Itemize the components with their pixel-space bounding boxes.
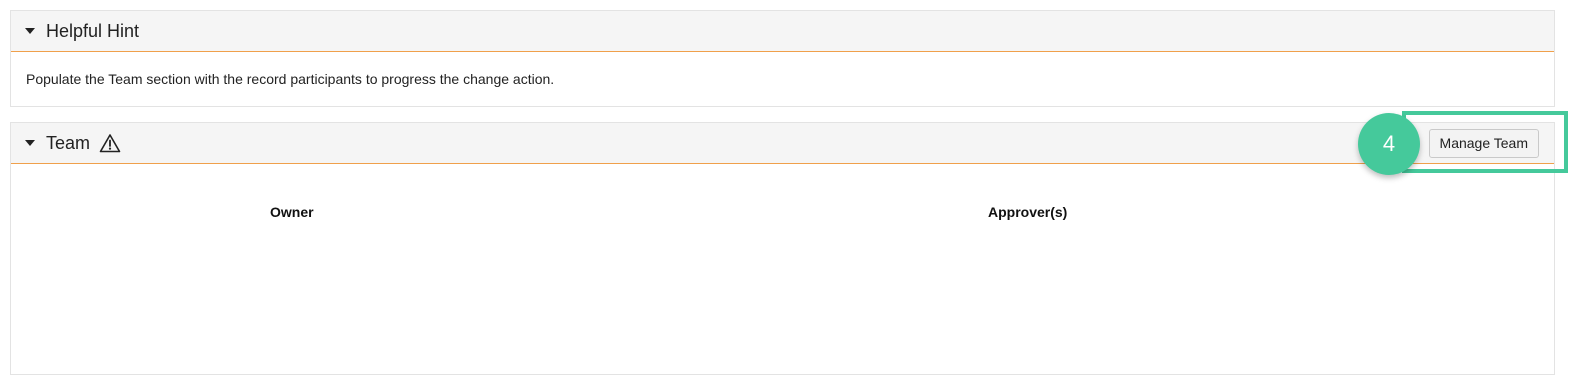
helpful-hint-panel: Helpful Hint Populate the Team section w… xyxy=(10,10,1555,107)
collapse-caret-icon[interactable] xyxy=(25,140,35,146)
owner-column-header: Owner xyxy=(270,204,314,220)
helpful-hint-header[interactable]: Helpful Hint xyxy=(11,11,1554,52)
helpful-hint-message: Populate the Team section with the recor… xyxy=(26,71,555,87)
collapse-caret-icon[interactable] xyxy=(25,28,35,34)
step-number-badge: 4 xyxy=(1358,113,1420,175)
team-body: Owner Approver(s) xyxy=(11,164,1554,374)
helpful-hint-title: Helpful Hint xyxy=(46,20,140,41)
team-panel: Team Manage Team Owner Approver(s) xyxy=(10,122,1555,375)
helpful-hint-body: Populate the Team section with the recor… xyxy=(11,52,1554,87)
manage-team-button[interactable]: Manage Team xyxy=(1428,129,1539,158)
warning-icon xyxy=(99,133,121,153)
team-title: Team xyxy=(46,132,91,153)
team-header[interactable]: Team Manage Team xyxy=(11,123,1554,164)
approvers-column-header: Approver(s) xyxy=(988,204,1068,220)
